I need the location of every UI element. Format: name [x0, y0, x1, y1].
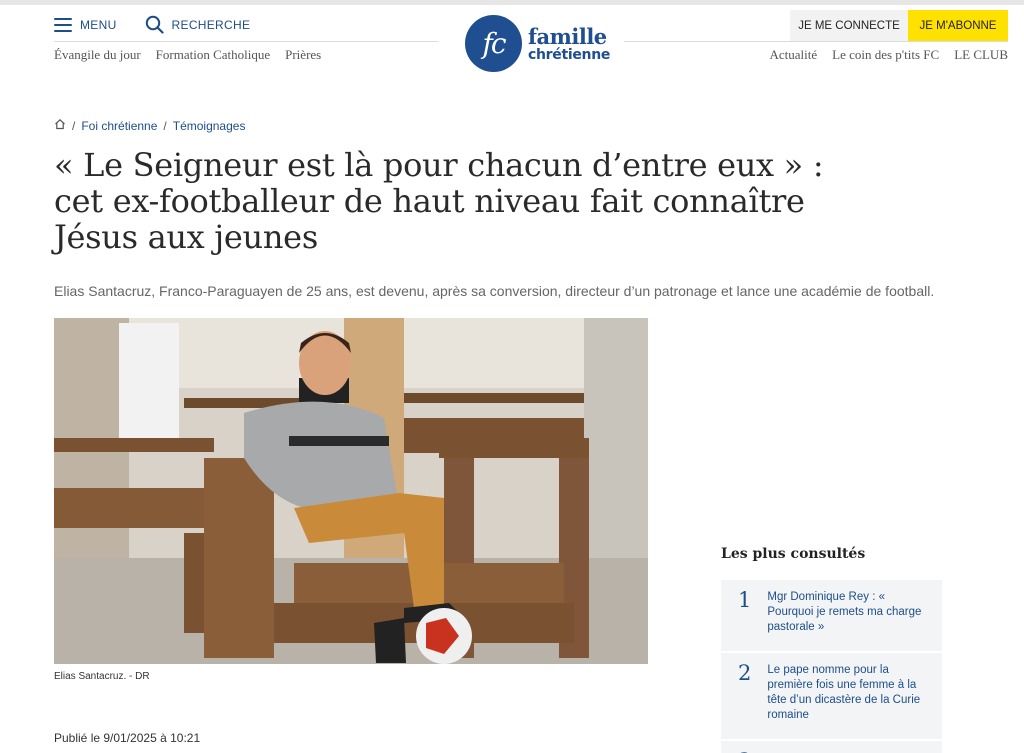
most-read-item[interactable]: 3: [721, 741, 942, 753]
most-read-title: Les plus consultés: [721, 546, 866, 562]
published-date: Publié le 9/01/2025 à 10:21: [54, 731, 201, 745]
subnav-left: Évangile du jour Formation Catholique Pr…: [54, 47, 321, 63]
logo-word-chretienne: chrétienne: [528, 46, 611, 63]
most-read-item[interactable]: 2 Le pape nomme pour la première fois un…: [721, 653, 942, 739]
most-read-link[interactable]: Mgr Dominique Rey : « Pourquoi je remets…: [767, 590, 932, 641]
header-divider-left: [54, 41, 438, 42]
logo-wordmark: famille chrétienne: [528, 26, 610, 62]
breadcrumb-temoignages[interactable]: Témoignages: [173, 119, 246, 133]
menu-label: MENU: [80, 17, 117, 32]
site-logo[interactable]: fc famille chrétienne: [465, 15, 610, 72]
logo-monogram: fc: [465, 15, 522, 72]
subnav-link-prieres[interactable]: Prières: [285, 47, 321, 63]
subnav-link-evangile[interactable]: Évangile du jour: [54, 47, 141, 63]
hamburger-icon: [54, 17, 72, 32]
breadcrumb-foi-chretienne[interactable]: Foi chrétienne: [81, 119, 157, 133]
search-label: RECHERCHE: [171, 17, 251, 32]
header-divider-right: [624, 41, 1008, 42]
most-read-number: 2: [738, 661, 752, 685]
subscribe-button[interactable]: JE M'ABONNE: [908, 10, 1008, 41]
subnav-right: Actualité Le coin des p'tits FC LE CLUB: [769, 47, 1008, 63]
login-button[interactable]: JE ME CONNECTE: [790, 10, 908, 41]
subnav-link-actualite[interactable]: Actualité: [769, 47, 817, 63]
logo-word-famille: famille: [528, 23, 607, 49]
subnav-link-club[interactable]: LE CLUB: [954, 47, 1008, 63]
most-read-list: 1 Mgr Dominique Rey : « Pourquoi je reme…: [721, 580, 942, 753]
search-button[interactable]: RECHERCHE: [145, 15, 251, 34]
most-read-item[interactable]: 1 Mgr Dominique Rey : « Pourquoi je reme…: [721, 580, 942, 651]
article-lead: Elias Santacruz, Franco-Paraguayen de 25…: [54, 283, 935, 299]
header-left-tools: MENU RECHERCHE: [54, 15, 250, 34]
subnav-link-formation[interactable]: Formation Catholique: [156, 47, 270, 63]
home-icon[interactable]: [54, 118, 66, 133]
breadcrumb-separator: /: [72, 118, 76, 133]
photo-caption: Elias Santacruz. - DR: [54, 671, 150, 682]
most-read-number: 1: [738, 588, 752, 612]
article-title: « Le Seigneur est là pour chacun d’entre…: [54, 146, 824, 256]
menu-button[interactable]: MENU: [54, 17, 117, 32]
most-read-link[interactable]: Le pape nomme pour la première fois une …: [767, 663, 932, 729]
breadcrumb-separator: /: [163, 118, 167, 133]
browser-top-strip: [0, 0, 1024, 5]
article-photo: [54, 318, 648, 664]
breadcrumb: / Foi chrétienne / Témoignages: [54, 118, 245, 133]
search-icon: [145, 15, 164, 34]
subnav-link-coin-ptits[interactable]: Le coin des p'tits FC: [832, 47, 939, 63]
